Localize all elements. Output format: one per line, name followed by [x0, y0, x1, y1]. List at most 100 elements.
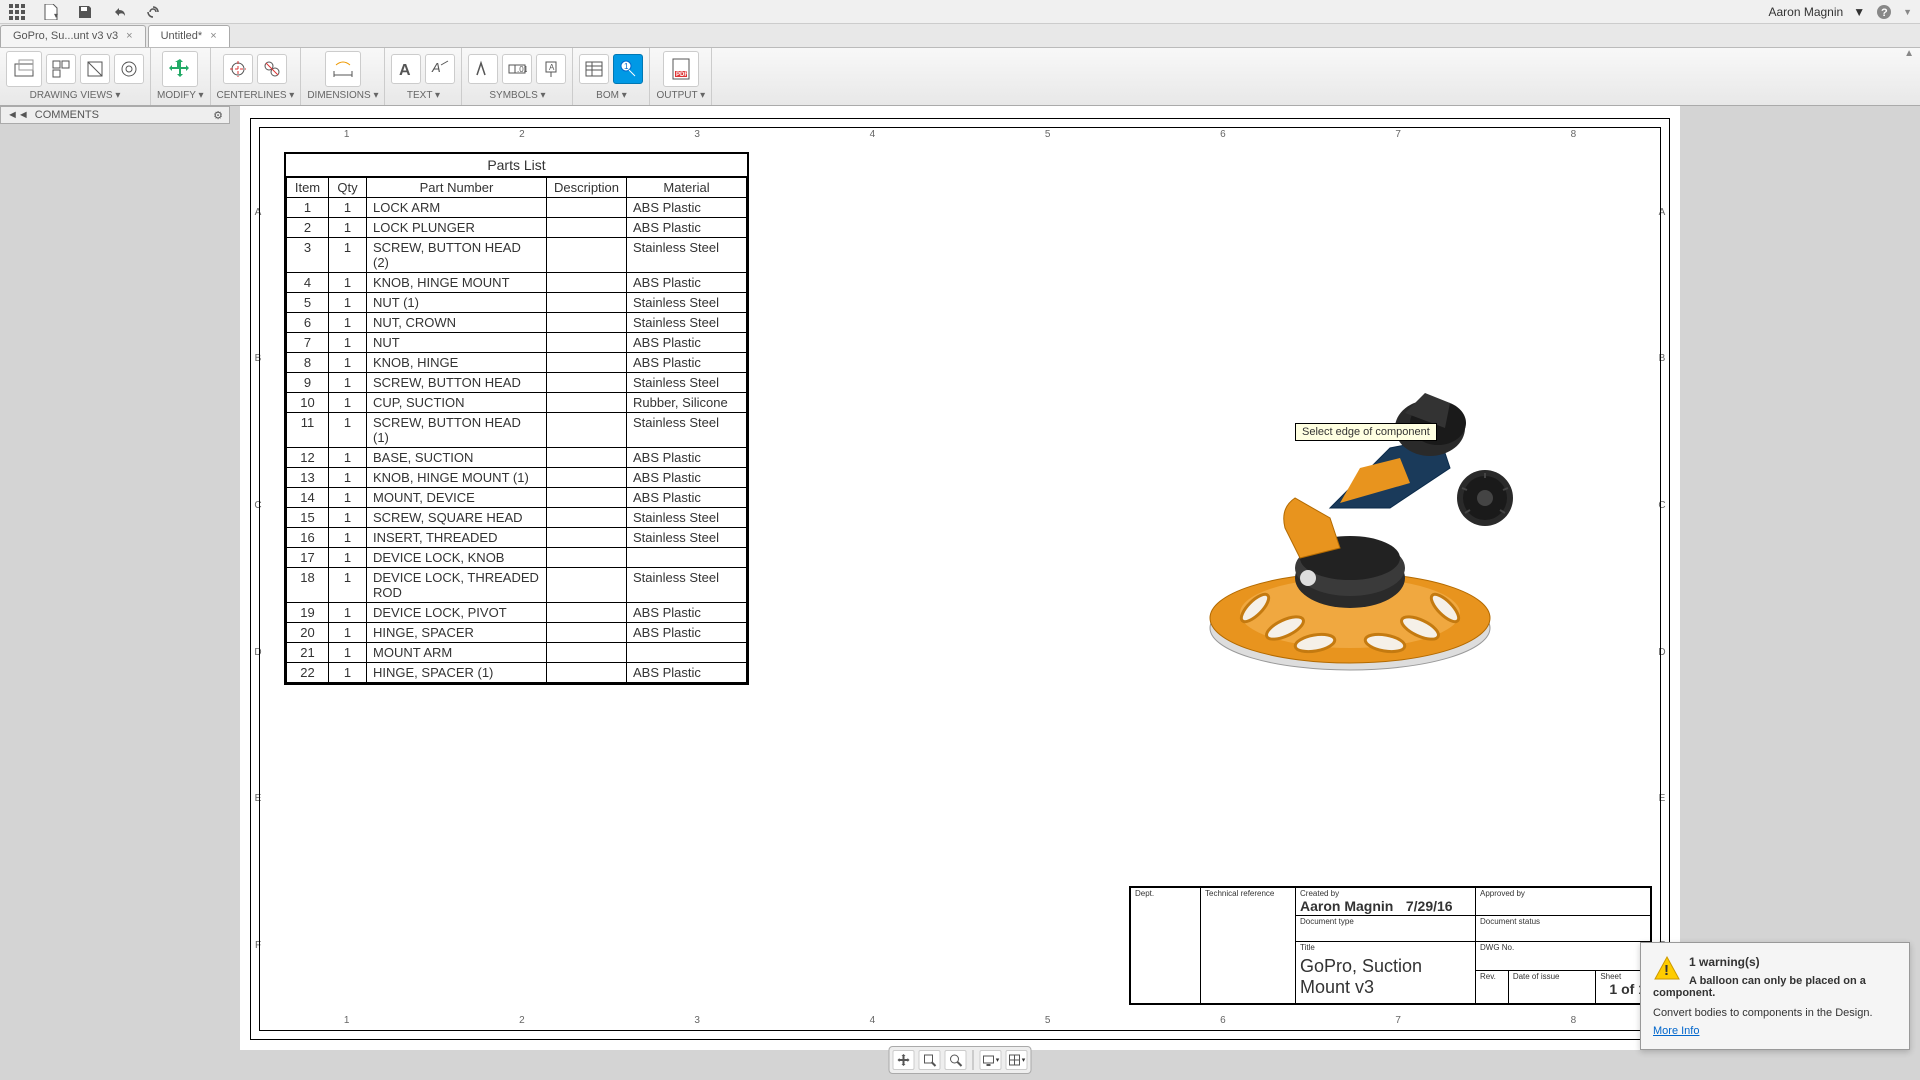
table-row[interactable]: 181DEVICE LOCK, THREADED RODStainless St…	[287, 568, 747, 603]
table-row[interactable]: 11LOCK ARMABS Plastic	[287, 198, 747, 218]
leader-text-icon[interactable]: A	[425, 54, 455, 84]
tab-label: GoPro, Su...unt v3 v3	[13, 30, 118, 42]
centermark-icon[interactable]	[257, 54, 287, 84]
close-icon[interactable]: ×	[210, 30, 216, 42]
ribbon-group-label[interactable]: CENTERLINES ▾	[217, 90, 295, 101]
warning-popup: ! 1 warning(s) A balloon can only be pla…	[1640, 942, 1910, 1050]
zoom-icon[interactable]	[945, 1050, 967, 1070]
table-row[interactable]: 31SCREW, BUTTON HEAD (2)Stainless Steel	[287, 238, 747, 273]
centerline-icon[interactable]	[223, 54, 253, 84]
ribbon-group-label[interactable]: TEXT ▾	[407, 90, 440, 101]
table-row[interactable]: 191DEVICE LOCK, PIVOTABS Plastic	[287, 603, 747, 623]
model-view[interactable]: Select edge of component	[1190, 308, 1540, 688]
collapse-ribbon-icon[interactable]: ▲	[1904, 48, 1914, 59]
more-info-link[interactable]: More Info	[1653, 1025, 1699, 1037]
table-row[interactable]: 211MOUNT ARM	[287, 643, 747, 663]
svg-text:PDF: PDF	[676, 72, 688, 78]
svg-text:A: A	[549, 63, 555, 72]
ribbon-group-label[interactable]: SYMBOLS ▾	[489, 90, 545, 101]
table-row[interactable]: 81KNOB, HINGEABS Plastic	[287, 353, 747, 373]
help-dropdown-icon[interactable]: ▼	[1903, 7, 1912, 17]
svg-text:A: A	[399, 62, 411, 79]
display-settings-icon[interactable]: ▾	[980, 1050, 1002, 1070]
ribbon-symbols: .01 A SYMBOLS ▾	[462, 48, 573, 105]
user-dropdown-icon[interactable]: ▼	[1853, 5, 1865, 19]
svg-text:?: ?	[1881, 7, 1888, 19]
balloon-icon[interactable]: 1	[613, 54, 643, 84]
table-header-row: Item Qty Part Number Description Materia…	[287, 178, 747, 198]
comments-panel-header[interactable]: ◄◄ COMMENTS ⚙	[0, 106, 230, 124]
bom-table-icon[interactable]	[579, 54, 609, 84]
close-icon[interactable]: ×	[126, 30, 132, 42]
comments-label: COMMENTS	[35, 109, 99, 121]
warning-message: A balloon can only be placed on a compon…	[1653, 975, 1897, 999]
save-icon[interactable]	[76, 3, 94, 21]
table-row[interactable]: 201HINGE, SPACERABS Plastic	[287, 623, 747, 643]
undo-icon[interactable]	[110, 3, 128, 21]
file-icon[interactable]: ▾	[42, 3, 60, 21]
ribbon-dimensions: DIMENSIONS ▾	[301, 48, 385, 105]
table-row[interactable]: 121BASE, SUCTIONABS Plastic	[287, 448, 747, 468]
ribbon-centerlines: CENTERLINES ▾	[211, 48, 302, 105]
move-icon[interactable]	[162, 51, 198, 87]
datum-icon[interactable]: A	[536, 54, 566, 84]
grid-settings-icon[interactable]: ▾	[1006, 1050, 1028, 1070]
gear-icon[interactable]: ⚙	[213, 109, 223, 122]
apps-grid-icon[interactable]	[8, 3, 26, 21]
table-row[interactable]: 91SCREW, BUTTON HEADStainless Steel	[287, 373, 747, 393]
table-row[interactable]: 161INSERT, THREADEDStainless Steel	[287, 528, 747, 548]
pdf-output-icon[interactable]: PDF	[663, 51, 699, 87]
detail-view-icon[interactable]	[114, 54, 144, 84]
title-block[interactable]: Dept. Technical reference Created by Aar…	[1129, 886, 1652, 1005]
ribbon-group-label[interactable]: MODIFY ▾	[157, 90, 204, 101]
feature-control-icon[interactable]: .01	[502, 54, 532, 84]
tooltip: Select edge of component	[1295, 423, 1437, 441]
surface-finish-icon[interactable]	[468, 54, 498, 84]
svg-text:1: 1	[624, 62, 629, 71]
svg-text:.01: .01	[517, 65, 527, 74]
parts-list-title: Parts List	[286, 154, 747, 177]
table-row[interactable]: 51NUT (1)Stainless Steel	[287, 293, 747, 313]
svg-text:▾: ▾	[54, 11, 58, 20]
drawing-canvas[interactable]: 12345678 12345678 ABCDEF ABCDEF Parts Li…	[240, 106, 1680, 1050]
view-toolbar: ▾ ▾	[889, 1046, 1032, 1074]
svg-text:!: !	[1664, 962, 1669, 979]
table-row[interactable]: 221HINGE, SPACER (1)ABS Plastic	[287, 663, 747, 683]
ribbon-group-label[interactable]: OUTPUT ▾	[656, 90, 705, 101]
zoom-window-icon[interactable]	[919, 1050, 941, 1070]
user-name[interactable]: Aaron Magnin	[1768, 5, 1843, 19]
table-row[interactable]: 41KNOB, HINGE MOUNTABS Plastic	[287, 273, 747, 293]
base-view-icon[interactable]	[6, 51, 42, 87]
warning-title: 1 warning(s)	[1653, 955, 1897, 969]
ribbon-modify: MODIFY ▾	[151, 48, 211, 105]
ribbon-bom: 1 BOM ▾	[573, 48, 650, 105]
ribbon-drawing-views: DRAWING VIEWS ▾	[0, 48, 151, 105]
table-row[interactable]: 111SCREW, BUTTON HEAD (1)Stainless Steel	[287, 413, 747, 448]
ribbon-group-label[interactable]: DRAWING VIEWS ▾	[30, 90, 121, 101]
svg-text:A: A	[431, 60, 441, 75]
warning-detail: Convert bodies to components in the Desi…	[1653, 1007, 1897, 1019]
tab-document-1[interactable]: GoPro, Su...unt v3 v3 ×	[0, 25, 146, 47]
table-row[interactable]: 151SCREW, SQUARE HEADStainless Steel	[287, 508, 747, 528]
projected-view-icon[interactable]	[46, 54, 76, 84]
ribbon-group-label[interactable]: BOM ▾	[596, 90, 627, 101]
ribbon-group-label[interactable]: DIMENSIONS ▾	[307, 90, 378, 101]
dimension-icon[interactable]	[325, 51, 361, 87]
table-row[interactable]: 101CUP, SUCTIONRubber, Silicone	[287, 393, 747, 413]
warning-icon: !	[1653, 955, 1681, 983]
table-row[interactable]: 61NUT, CROWNStainless Steel	[287, 313, 747, 333]
table-row[interactable]: 171DEVICE LOCK, KNOB	[287, 548, 747, 568]
table-row[interactable]: 141MOUNT, DEVICEABS Plastic	[287, 488, 747, 508]
link-icon[interactable]	[144, 3, 162, 21]
help-icon[interactable]: ?	[1875, 3, 1893, 21]
table-row[interactable]: 71NUTABS Plastic	[287, 333, 747, 353]
table-row[interactable]: 21LOCK PLUNGERABS Plastic	[287, 218, 747, 238]
collapse-icon[interactable]: ◄◄	[7, 109, 29, 121]
pan-icon[interactable]	[893, 1050, 915, 1070]
ribbon-output: PDF OUTPUT ▾	[650, 48, 712, 105]
text-icon[interactable]: A	[391, 54, 421, 84]
table-row[interactable]: 131KNOB, HINGE MOUNT (1)ABS Plastic	[287, 468, 747, 488]
tab-document-2[interactable]: Untitled* ×	[148, 25, 230, 47]
parts-list-table[interactable]: Parts List Item Qty Part Number Descript…	[284, 152, 749, 685]
section-view-icon[interactable]	[80, 54, 110, 84]
